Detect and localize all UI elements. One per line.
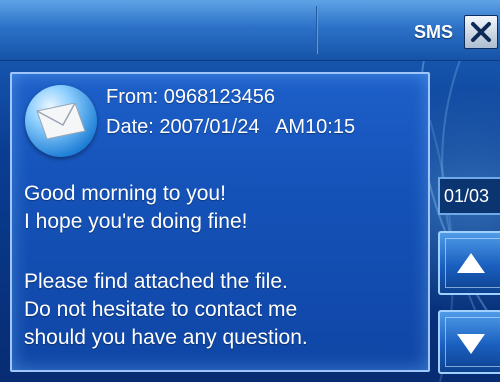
arrow-down-icon xyxy=(457,334,485,354)
scroll-down-button[interactable] xyxy=(438,310,500,374)
sender-number: 0968123456 xyxy=(163,86,276,108)
date-value: 2007/01/24 xyxy=(159,116,260,138)
message-line: Please find attached the file. xyxy=(24,270,288,293)
message-line: I hope you're doing fine! xyxy=(24,210,248,233)
page-counter: 01/03 xyxy=(438,177,500,215)
message-line: Good morning to you! xyxy=(24,182,226,205)
app-title: SMS xyxy=(414,22,454,42)
message-line: Do not hesitate to contact me xyxy=(24,298,298,321)
sms-envelope-icon xyxy=(25,85,97,157)
time-value: AM10:15 xyxy=(275,116,356,138)
message-date: Date: 2007/01/24 AM10:15 xyxy=(106,116,356,138)
message-line: should you have any question. xyxy=(24,326,308,349)
title-bar-divider xyxy=(316,6,318,54)
arrow-up-icon xyxy=(457,253,485,273)
scroll-up-button[interactable] xyxy=(438,231,500,295)
close-icon xyxy=(471,22,491,42)
message-sender: From: 0968123456 xyxy=(106,86,276,108)
close-button[interactable] xyxy=(464,15,498,49)
